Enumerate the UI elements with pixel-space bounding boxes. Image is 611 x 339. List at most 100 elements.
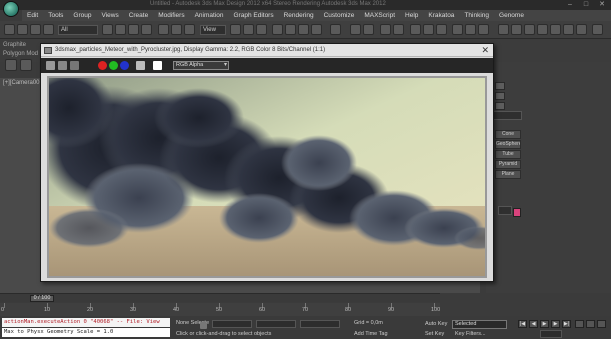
extra-tool-icon[interactable] xyxy=(511,24,522,35)
minimize-icon[interactable]: – xyxy=(565,1,575,9)
channel-display-dropdown[interactable]: RGB Alpha xyxy=(173,61,229,70)
unlink-icon[interactable] xyxy=(43,24,54,35)
menu-graph-editors[interactable]: Graph Editors xyxy=(229,12,279,19)
previous-frame-icon[interactable]: ◀ xyxy=(529,320,538,328)
copy-image-icon[interactable] xyxy=(58,61,67,70)
z-coordinate-field[interactable] xyxy=(300,320,340,328)
extra-tool-icon[interactable] xyxy=(576,24,587,35)
menu-thinking[interactable]: Thinking xyxy=(459,12,494,19)
menu-krakatoa[interactable]: Krakatoa xyxy=(423,12,459,19)
menu-rendering[interactable]: Rendering xyxy=(279,12,319,19)
named-selection-icon[interactable] xyxy=(330,24,341,35)
spinner-snap-icon[interactable] xyxy=(311,24,322,35)
manipulate-icon[interactable] xyxy=(243,24,254,35)
object-type-dropdown[interactable] xyxy=(492,111,522,120)
blue-channel-icon[interactable] xyxy=(120,61,129,70)
schematic-view-icon[interactable] xyxy=(423,24,434,35)
material-editor-icon[interactable] xyxy=(436,24,447,35)
key-filter-dropdown[interactable]: Selected xyxy=(452,320,507,329)
monochrome-icon[interactable] xyxy=(153,61,162,70)
orbit-icon[interactable] xyxy=(597,320,606,328)
set-key-button[interactable]: Set Key xyxy=(425,331,444,337)
window-crossing-icon[interactable] xyxy=(141,24,152,35)
mirror-icon[interactable] xyxy=(350,24,361,35)
auto-key-button[interactable]: Auto Key xyxy=(425,321,447,327)
snap-icon[interactable] xyxy=(272,24,283,35)
render-setup-icon[interactable] xyxy=(452,24,463,35)
key-filters-button[interactable]: Key Filters... xyxy=(455,331,486,337)
alpha-channel-icon[interactable] xyxy=(136,61,145,70)
x-coordinate-field[interactable] xyxy=(212,320,252,328)
graphite-toggle-icon[interactable] xyxy=(393,24,404,35)
menu-animation[interactable]: Animation xyxy=(190,12,229,19)
pivot-icon[interactable] xyxy=(230,24,241,35)
menu-modifiers[interactable]: Modifiers xyxy=(153,12,189,19)
app-logo-icon[interactable] xyxy=(3,1,19,17)
track-bar[interactable]: 0 10 20 30 40 50 60 70 80 90 100 xyxy=(0,303,440,316)
extra-tool-icon[interactable] xyxy=(563,24,574,35)
plane-button[interactable]: Plane xyxy=(495,170,521,179)
curve-editor-icon[interactable] xyxy=(410,24,421,35)
close-icon[interactable]: ✕ xyxy=(481,45,489,55)
select-icon[interactable] xyxy=(102,24,113,35)
menu-help[interactable]: Help xyxy=(400,12,423,19)
maximize-icon[interactable]: □ xyxy=(581,1,591,9)
percent-snap-icon[interactable] xyxy=(298,24,309,35)
keyboard-shortcut-icon[interactable] xyxy=(256,24,267,35)
current-frame-field[interactable] xyxy=(540,330,562,338)
viewport-label[interactable]: [+][Camera001] xyxy=(3,80,45,86)
y-coordinate-field[interactable] xyxy=(256,320,296,328)
close-icon[interactable]: ✕ xyxy=(597,1,607,9)
align-icon[interactable] xyxy=(363,24,374,35)
frame-buffer-titlebar[interactable]: 3dsmax_particles_Meteor_with_Pyrocluster… xyxy=(41,44,493,57)
menu-edit[interactable]: Edit xyxy=(22,12,43,19)
object-color-swatch[interactable] xyxy=(513,208,521,217)
undo-icon[interactable] xyxy=(4,24,15,35)
ribbon-tab-graphite[interactable]: Graphite xyxy=(3,42,26,48)
redo-icon[interactable] xyxy=(17,24,28,35)
menu-maxscript[interactable]: MAXScript xyxy=(359,12,400,19)
selection-filter-dropdown[interactable]: All xyxy=(58,25,98,35)
extra-tool-icon[interactable] xyxy=(498,24,509,35)
link-icon[interactable] xyxy=(30,24,41,35)
go-to-start-icon[interactable]: |◀ xyxy=(518,320,527,328)
green-channel-icon[interactable] xyxy=(109,61,118,70)
menu-views[interactable]: Views xyxy=(96,12,123,19)
rendered-frame-window-icon[interactable] xyxy=(465,24,476,35)
ribbon-tool-icon[interactable] xyxy=(5,59,17,71)
extra-tool-icon[interactable] xyxy=(550,24,561,35)
maxscript-mini-listener-output[interactable]: actionMan.executeAction 0 "40068" -- Fil… xyxy=(2,318,170,327)
menu-tools[interactable]: Tools xyxy=(43,12,68,19)
hierarchy-tab-icon[interactable] xyxy=(495,102,505,110)
angle-snap-icon[interactable] xyxy=(285,24,296,35)
select-by-name-icon[interactable] xyxy=(115,24,126,35)
scale-icon[interactable] xyxy=(184,24,195,35)
go-to-end-icon[interactable]: ▶| xyxy=(562,320,571,328)
extra-tool-icon[interactable] xyxy=(537,24,548,35)
reference-coord-dropdown[interactable]: View xyxy=(200,25,226,35)
clone-window-icon[interactable] xyxy=(70,61,79,70)
menu-genome[interactable]: Genome xyxy=(494,12,529,19)
save-image-icon[interactable] xyxy=(46,61,55,70)
lock-icon[interactable] xyxy=(200,322,207,329)
tube-button[interactable]: Tube xyxy=(495,150,521,159)
geosphere-button[interactable]: GeoSphere xyxy=(495,140,521,149)
name-field[interactable] xyxy=(498,206,512,215)
next-frame-icon[interactable]: ▶ xyxy=(551,320,560,328)
cone-button[interactable]: Cone xyxy=(495,130,521,139)
ribbon-tab-polygon[interactable]: Polygon Mod xyxy=(3,51,38,57)
pyramid-button[interactable]: Pyramid xyxy=(495,160,521,169)
move-icon[interactable] xyxy=(158,24,169,35)
pan-icon[interactable] xyxy=(586,320,595,328)
red-channel-icon[interactable] xyxy=(98,61,107,70)
maxscript-mini-listener-input[interactable]: Max to Physx Geometry Scale = 1.0 xyxy=(2,328,170,337)
rotate-icon[interactable] xyxy=(171,24,182,35)
menu-group[interactable]: Group xyxy=(68,12,96,19)
zoom-icon[interactable] xyxy=(575,320,584,328)
modify-tab-icon[interactable] xyxy=(495,92,505,100)
play-icon[interactable]: ▶ xyxy=(540,320,549,328)
extra-tool-icon[interactable] xyxy=(592,24,603,35)
add-time-tag[interactable]: Add Time Tag xyxy=(354,331,388,337)
menu-create[interactable]: Create xyxy=(124,12,154,19)
menu-customize[interactable]: Customize xyxy=(319,12,360,19)
